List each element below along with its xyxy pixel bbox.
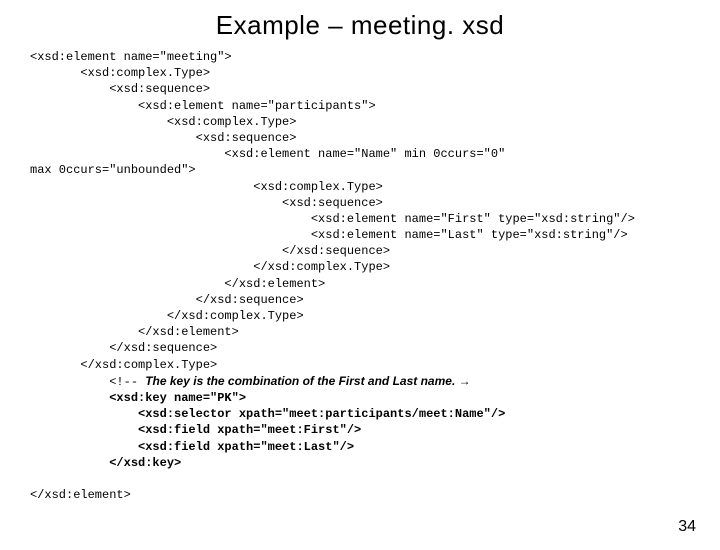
code-block: <xsd:element name="meeting"> <xsd:comple… bbox=[30, 49, 720, 503]
page-title: Example – meeting. xsd bbox=[0, 10, 720, 41]
page-number: 34 bbox=[678, 518, 696, 536]
